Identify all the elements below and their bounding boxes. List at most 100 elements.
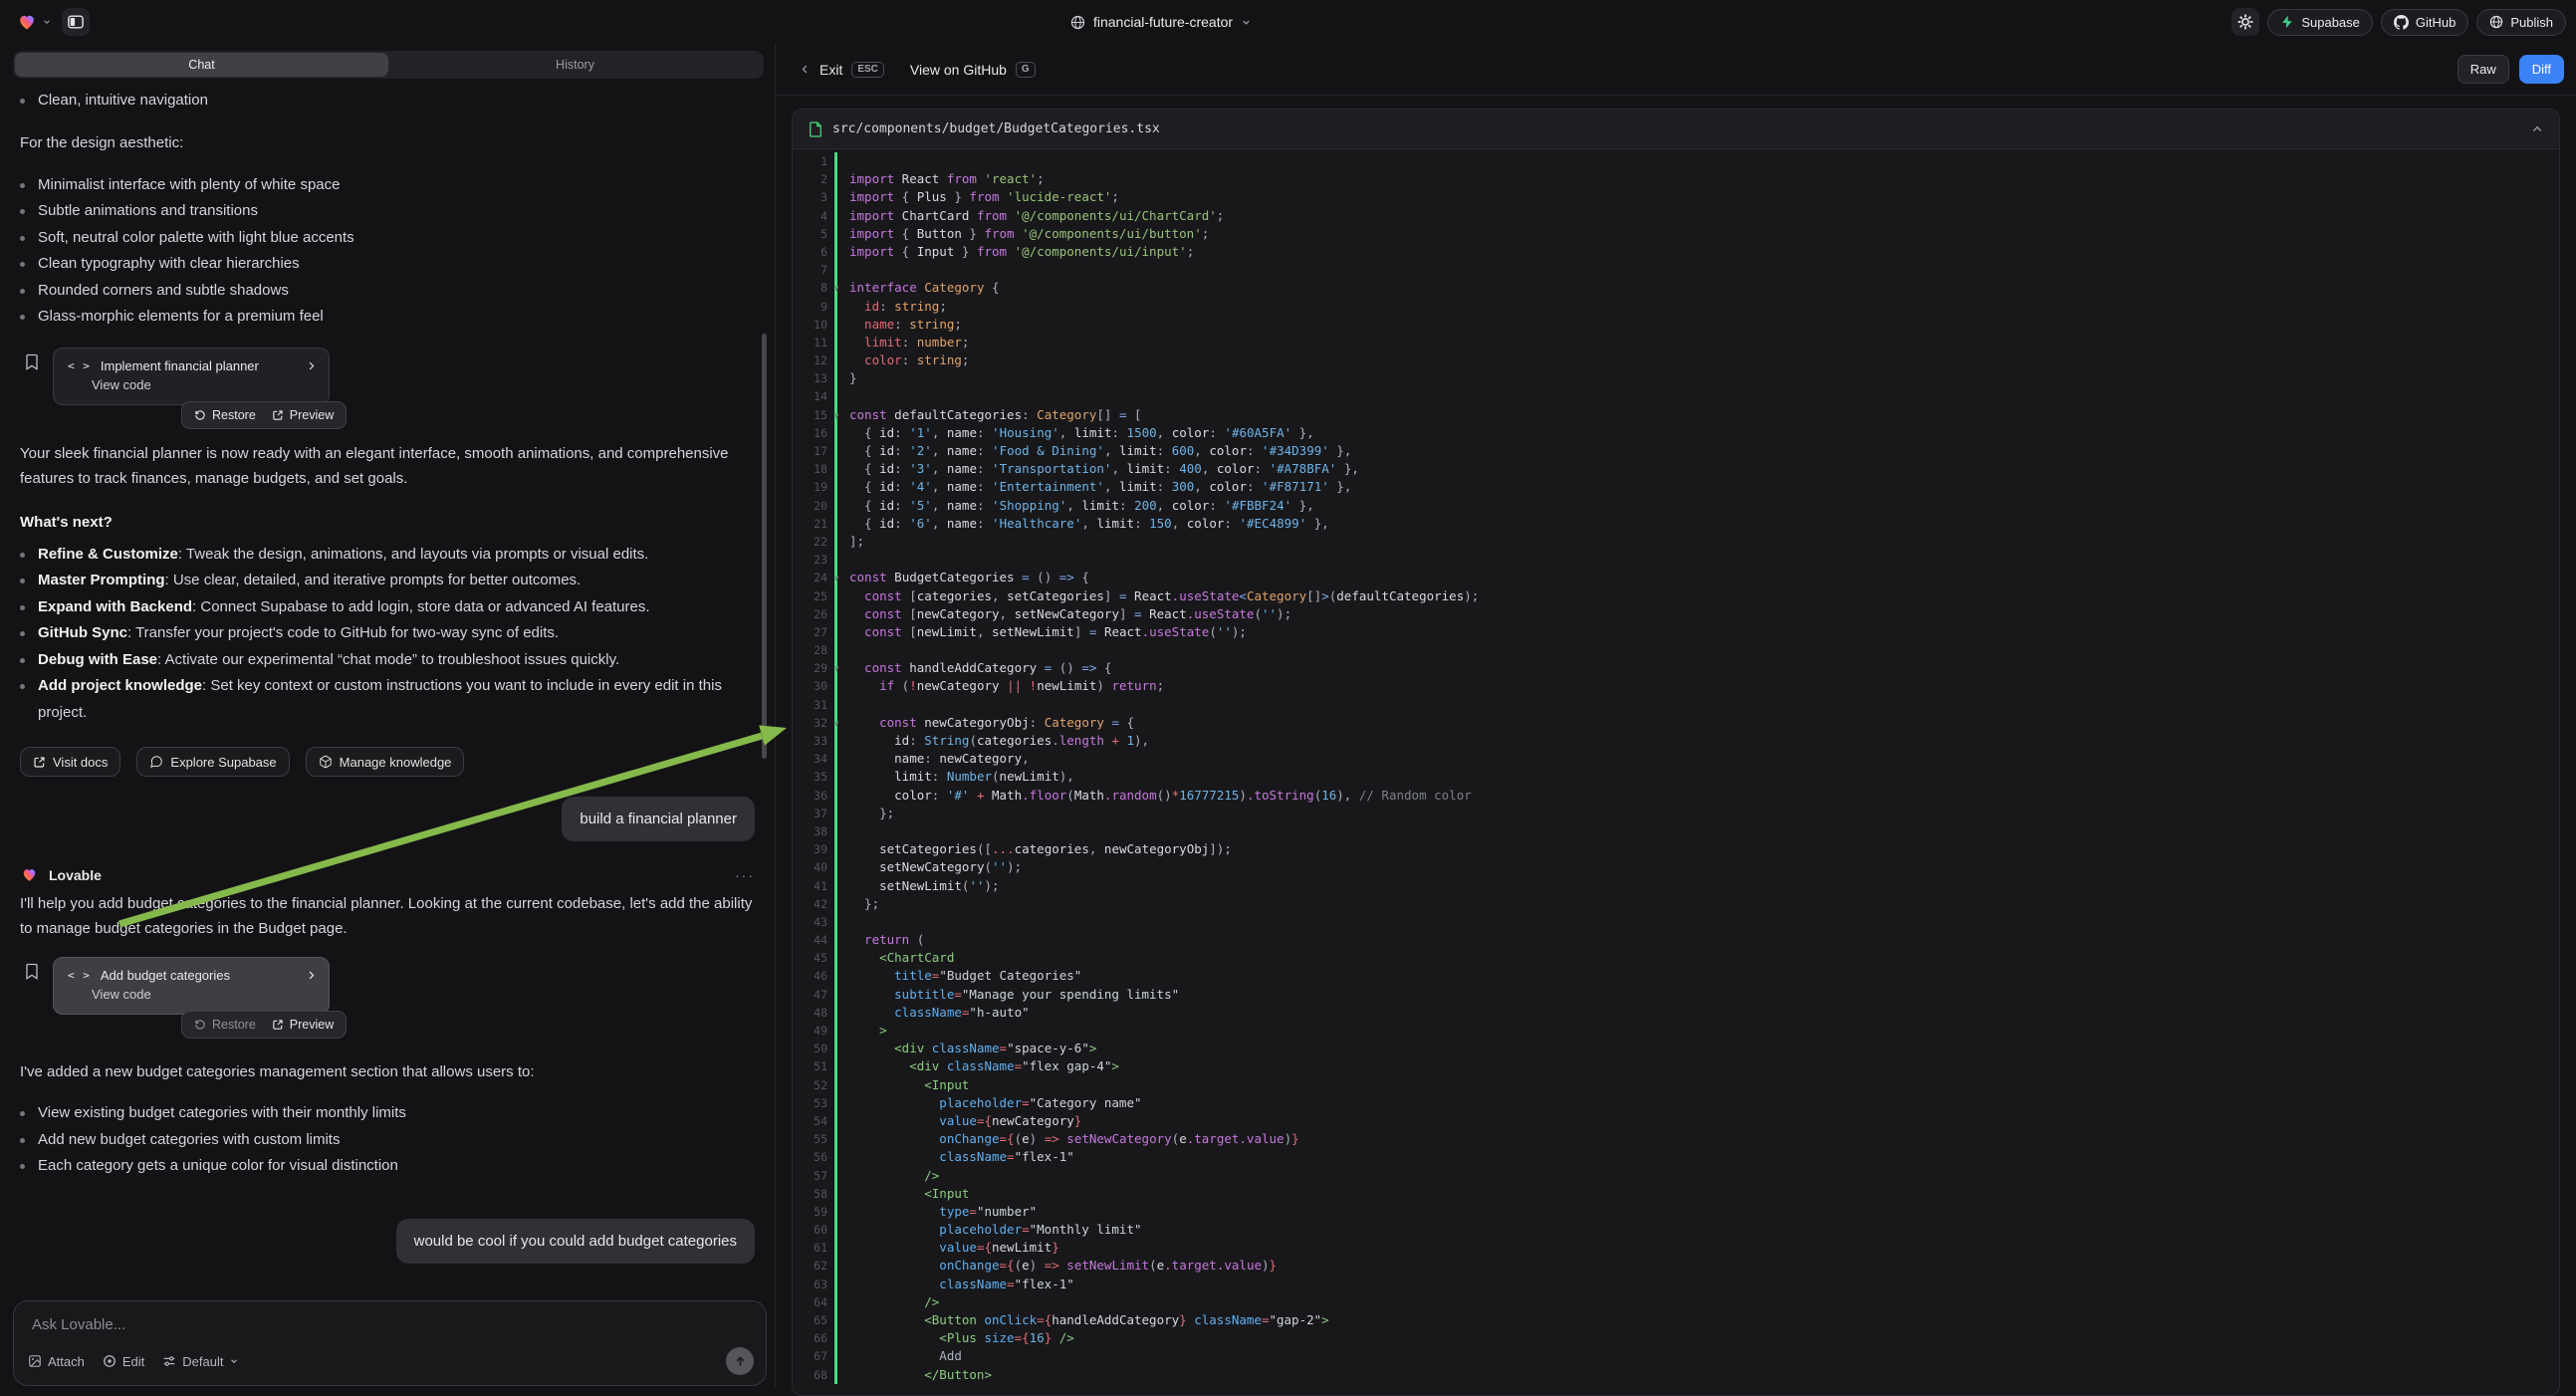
arrow-up-icon (734, 1355, 747, 1368)
preview-button[interactable]: Preview (272, 408, 334, 422)
version-card-add-budget-categories[interactable]: < > Add budget categories View code Rest… (53, 957, 330, 1015)
tab-chat-label: Chat (188, 58, 214, 72)
chat-composer[interactable]: Ask Lovable... Attach Edit (13, 1300, 767, 1386)
view-on-github-button[interactable]: View on GitHub G (910, 62, 1036, 78)
preview-button[interactable]: Preview (272, 1018, 334, 1032)
code-editor[interactable]: 12import React from 'react';3import { Pl… (793, 150, 2559, 1395)
project-name: financial-future-creator (1093, 14, 1233, 30)
project-switcher[interactable]: financial-future-creator (1070, 0, 1252, 44)
preview-label: Preview (290, 1018, 334, 1032)
code-line: 59 type="number" (793, 1203, 2559, 1221)
model-label: Default (182, 1354, 223, 1369)
lovable-heart-icon (20, 866, 39, 883)
chevron-down-icon (1241, 17, 1252, 28)
code-line: 65 <Button onClick={handleAddCategory} c… (793, 1311, 2559, 1329)
chat-input[interactable]: Ask Lovable... (14, 1301, 766, 1333)
diff-toggle-button[interactable]: Diff (2519, 55, 2564, 84)
tab-history[interactable]: History (388, 53, 762, 77)
restore-label: Restore (212, 408, 256, 422)
attach-label: Attach (48, 1354, 85, 1369)
code-line: 41 setNewLimit(''); (793, 877, 2559, 895)
code-line: 62 onChange={(e) => setNewLimit(e.target… (793, 1257, 2559, 1275)
settings-button[interactable] (2231, 8, 2259, 36)
code-line: 7 (793, 261, 2559, 279)
lovable-logo-menu[interactable] (16, 12, 52, 32)
user-message: build a financial planner (562, 797, 755, 841)
suggestion-buttons: Visit docs Explore Supabase Manage knowl… (20, 747, 755, 777)
restore-button[interactable]: Restore (194, 1018, 256, 1032)
view-code-link[interactable]: View code (54, 983, 329, 1014)
code-line: 9 id: string; (793, 298, 2559, 316)
code-line: 49 > (793, 1022, 2559, 1040)
send-button[interactable] (726, 1347, 754, 1375)
manage-knowledge-button[interactable]: Manage knowledge (306, 747, 465, 777)
attach-button[interactable]: Attach (28, 1354, 85, 1369)
chevron-right-icon (306, 360, 317, 371)
code-line: 55 onChange={(e) => setNewCategory(e.tar… (793, 1130, 2559, 1148)
code-line: 20 { id: '5', name: 'Shopping', limit: 2… (793, 497, 2559, 515)
explore-supabase-label: Explore Supabase (170, 755, 276, 770)
chat-scroll-area[interactable]: Clean, intuitive navigation For the desi… (0, 80, 775, 1292)
version-card-row: < > Implement financial planner View cod… (20, 348, 755, 405)
code-line: 50 <div className="space-y-6"> (793, 1040, 2559, 1057)
version-actions: Restore Preview (181, 1011, 347, 1039)
tab-chat[interactable]: Chat (15, 53, 388, 77)
list-item: Debug with Ease: Activate our experiment… (20, 647, 755, 674)
view-code-link[interactable]: View code (54, 373, 329, 404)
visit-docs-button[interactable]: Visit docs (20, 747, 120, 777)
code-line: 43 (793, 913, 2559, 931)
code-line: 13} (793, 369, 2559, 387)
code-line: 44 return ( (793, 931, 2559, 949)
code-line: 25 const [categories, setCategories] = R… (793, 587, 2559, 605)
model-selector[interactable]: Default (162, 1354, 239, 1369)
package-icon (319, 755, 333, 769)
file-header[interactable]: src/components/budget/BudgetCategories.t… (793, 110, 2559, 149)
publish-globe-icon (2489, 15, 2503, 29)
external-link-icon (272, 1019, 284, 1031)
restore-label: Restore (212, 1018, 256, 1032)
chevron-down-icon (42, 17, 52, 27)
assistant-paragraph: I'll help you add budget categories to t… (20, 891, 755, 941)
restore-button[interactable]: Restore (194, 408, 256, 422)
code-line: 31 (793, 696, 2559, 714)
code-line: 32∨ const newCategoryObj: Category = { (793, 714, 2559, 732)
exit-button[interactable]: Exit ESC (800, 62, 884, 78)
code-line: 64 /> (793, 1293, 2559, 1311)
top-bullet-list: Clean, intuitive navigation (20, 88, 755, 115)
assistant-paragraph: I've added a new budget categories manag… (20, 1059, 755, 1084)
edit-mode-button[interactable]: Edit (103, 1354, 144, 1369)
code-line: 14 (793, 387, 2559, 405)
raw-toggle-button[interactable]: Raw (2458, 55, 2509, 84)
code-line: 66 <Plus size={16} /> (793, 1329, 2559, 1347)
chat-scrollbar[interactable] (762, 334, 767, 759)
assistant-name: Lovable (49, 867, 102, 883)
message-menu-button[interactable]: ··· (735, 867, 755, 883)
chat-panel: Chat History Clean, intuitive navigation… (0, 44, 775, 1388)
topbar: financial-future-creator (0, 0, 2576, 44)
list-item: Subtle animations and transitions (20, 198, 755, 225)
code-line: 63 className="flex-1" (793, 1276, 2559, 1293)
explore-supabase-button[interactable]: Explore Supabase (136, 747, 289, 777)
code-line: 58 <Input (793, 1185, 2559, 1203)
supabase-button[interactable]: Supabase (2267, 9, 2373, 36)
code-line: 35 limit: Number(newLimit), (793, 768, 2559, 786)
list-item: View existing budget categories with the… (20, 1100, 755, 1127)
list-item: Glass-morphic elements for a premium fee… (20, 304, 755, 331)
collapse-file-button[interactable] (2531, 123, 2543, 135)
list-item: Soft, neutral color palette with light b… (20, 225, 755, 252)
bookmark-icon (23, 352, 41, 372)
code-line: 36 color: '#' + Math.floor(Math.random()… (793, 787, 2559, 805)
version-card-title: Implement financial planner (101, 358, 296, 373)
assistant-header: Lovable ··· (20, 866, 755, 883)
code-line: 33 id: String(categories.length + 1), (793, 732, 2559, 750)
list-item: Minimalist interface with plenty of whit… (20, 172, 755, 199)
code-line: 6import { Input } from '@/components/ui/… (793, 243, 2559, 261)
publish-button[interactable]: Publish (2476, 9, 2566, 36)
g-key-badge: G (1016, 62, 1036, 78)
version-card-implement-financial-planner[interactable]: < > Implement financial planner View cod… (53, 348, 330, 405)
code-line: 11 limit: number; (793, 334, 2559, 351)
sidebar-toggle-button[interactable] (62, 8, 90, 36)
github-button[interactable]: GitHub (2381, 9, 2468, 36)
list-item: Add project knowledge: Set key context o… (20, 673, 755, 726)
file-added-icon (809, 121, 822, 137)
